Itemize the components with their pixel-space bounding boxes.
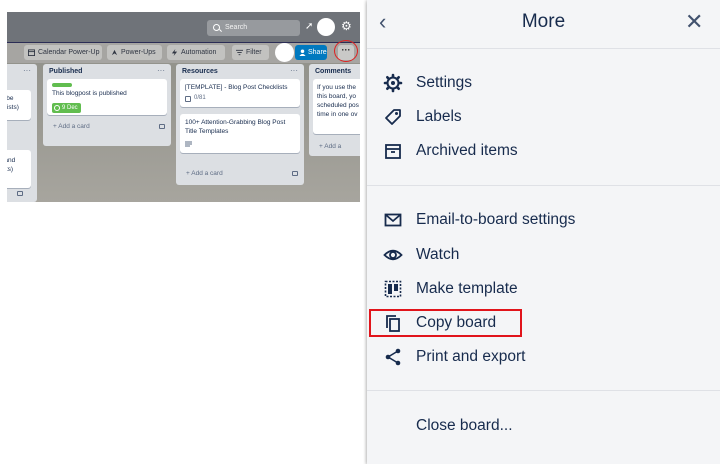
- list-comments: Comments If you use the this board, yo s…: [309, 64, 360, 156]
- more-menu-panel: ‹ More ✕ Settings Labels Archived items …: [367, 0, 720, 464]
- description-icon: [185, 141, 192, 147]
- calendar-icon: [28, 49, 35, 56]
- share-button[interactable]: Share: [295, 45, 327, 60]
- checklist-count: 0/81: [194, 95, 206, 101]
- list-menu-button[interactable]: ···: [290, 66, 298, 75]
- card-text-line: cklists): [7, 104, 19, 111]
- menu-item-archived-items[interactable]: Archived items: [367, 136, 720, 166]
- calendar-powerup-label: Calendar Power-Up: [38, 49, 100, 56]
- menu-item-label: Settings: [416, 74, 473, 91]
- card-text-line: d and: [7, 157, 16, 164]
- rocket-icon[interactable]: ➚: [305, 21, 313, 33]
- menu-item-labels[interactable]: Labels: [367, 102, 720, 132]
- list-card[interactable]: This blogpost is published 9 Dec: [47, 79, 167, 115]
- card-text-line: time in one ov: [317, 111, 358, 118]
- annotation-circle: [334, 40, 358, 62]
- card-text-line: scheduled pos: [317, 102, 359, 109]
- rocket-icon: [111, 49, 118, 56]
- add-card-button[interactable]: + Add a card: [186, 170, 223, 177]
- due-date-badge[interactable]: 9 Dec: [52, 103, 81, 113]
- avatar[interactable]: [275, 43, 294, 62]
- board-screenshot: Search ➚ ⚙ Calendar Power-Up Power-Ups A…: [7, 12, 360, 202]
- list-card[interactable]: d and (ists): [7, 150, 31, 188]
- card-title-line: Title Templates: [185, 128, 229, 135]
- panel-title: More: [521, 11, 566, 32]
- divider: [367, 185, 720, 186]
- list-resources: Resources ··· [TEMPLATE] - Blog Post Che…: [176, 64, 304, 185]
- board-header-bar: Calendar Power-Up Power-Ups Automation F…: [7, 43, 360, 63]
- filter-label: Filter: [246, 49, 262, 56]
- menu-item-label: Close board...: [416, 417, 513, 434]
- menu-item-label: Labels: [416, 108, 462, 125]
- card-text-line: to be: [7, 95, 14, 102]
- powerups-button[interactable]: Power-Ups: [107, 45, 162, 60]
- list-title: Published: [49, 68, 83, 75]
- list-card[interactable]: 100+ Attention-Grabbing Blog Post Title …: [180, 114, 300, 153]
- gear-icon: [383, 73, 403, 93]
- divider: [367, 48, 720, 49]
- card-template-icon[interactable]: [292, 171, 298, 176]
- card-label-green: [52, 83, 72, 87]
- card-text-line: this board, yo: [317, 93, 357, 100]
- search-label: Search: [225, 24, 248, 31]
- clock-icon: [54, 105, 60, 111]
- board-list-partial: ··· to be cklists) d and (ists): [7, 64, 37, 202]
- calendar-powerup-button[interactable]: Calendar Power-Up: [24, 45, 102, 60]
- share-label: Share: [308, 49, 327, 56]
- due-date-label: 9 Dec: [62, 105, 78, 111]
- tag-icon: [385, 109, 401, 125]
- lightning-icon: [171, 49, 178, 56]
- card-template-icon[interactable]: [159, 124, 165, 129]
- eye-icon: [383, 249, 403, 261]
- menu-item-print-and-export[interactable]: Print and export: [367, 342, 720, 372]
- list-title: Comments: [315, 68, 352, 75]
- card-template-icon[interactable]: [17, 191, 23, 196]
- card-title-line: 100+ Attention-Grabbing Blog Post: [185, 119, 286, 126]
- checklist-icon: [185, 96, 191, 102]
- annotation-highlight-box: [369, 309, 522, 337]
- search-icon: [213, 24, 220, 31]
- list-menu-button[interactable]: ···: [157, 66, 165, 75]
- automation-label: Automation: [181, 49, 217, 56]
- menu-item-close-board[interactable]: Close board...: [367, 411, 720, 441]
- card-title: This blogpost is published: [52, 90, 127, 97]
- menu-item-make-template[interactable]: Make template: [367, 274, 720, 304]
- person-icon: [299, 49, 306, 56]
- archive-icon: [385, 144, 401, 159]
- list-title: Resources: [182, 68, 218, 75]
- list-card[interactable]: If you use the this board, yo scheduled …: [313, 79, 360, 134]
- menu-item-label: Make template: [416, 280, 518, 297]
- gear-icon[interactable]: ⚙: [341, 20, 352, 32]
- card-text-line: (ists): [7, 166, 14, 173]
- menu-item-label: Archived items: [416, 142, 518, 159]
- avatar[interactable]: [317, 18, 335, 36]
- menu-item-email-to-board[interactable]: Email-to-board settings: [367, 205, 720, 235]
- filter-button[interactable]: Filter: [232, 45, 269, 60]
- list-published: Published ··· This blogpost is published…: [43, 64, 171, 146]
- list-card[interactable]: [TEMPLATE] - Blog Post Checklists 0/81: [180, 79, 300, 107]
- menu-item-label: Email-to-board settings: [416, 211, 576, 228]
- automation-button[interactable]: Automation: [167, 45, 225, 60]
- board-top-bar: Search ➚ ⚙: [7, 12, 360, 42]
- filter-icon: [236, 49, 243, 56]
- add-card-button[interactable]: + Add a card: [53, 123, 90, 130]
- card-title: [TEMPLATE] - Blog Post Checklists: [185, 84, 288, 91]
- mail-icon: [384, 213, 402, 227]
- divider: [367, 390, 720, 391]
- menu-item-watch[interactable]: Watch: [367, 240, 720, 270]
- search-box[interactable]: Search: [207, 20, 300, 36]
- add-card-button[interactable]: + Add a: [319, 143, 341, 150]
- menu-item-label: Print and export: [416, 348, 526, 365]
- share-icon: [385, 348, 401, 366]
- list-menu-button[interactable]: ···: [23, 66, 31, 75]
- card-text-line: If you use the: [317, 84, 357, 91]
- menu-item-settings[interactable]: Settings: [367, 68, 720, 98]
- template-icon: [384, 280, 402, 298]
- powerups-label: Power-Ups: [121, 49, 156, 56]
- list-card[interactable]: to be cklists): [7, 90, 31, 120]
- close-icon[interactable]: ✕: [685, 9, 703, 35]
- menu-item-label: Watch: [416, 246, 460, 263]
